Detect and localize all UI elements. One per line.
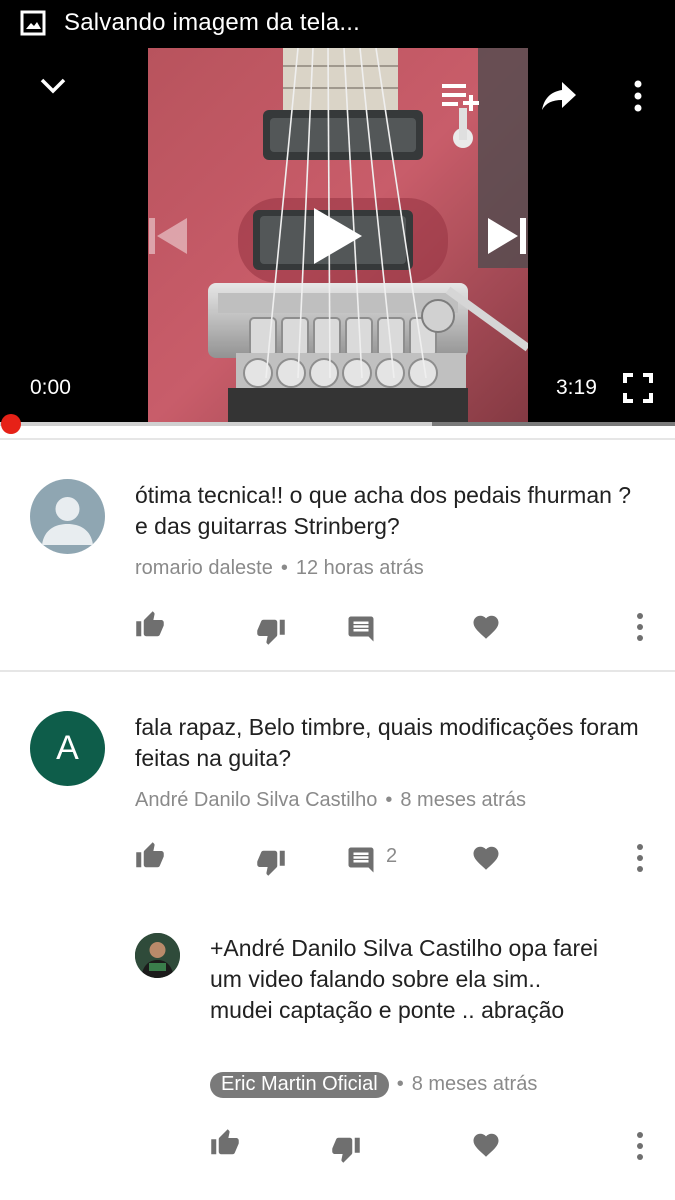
comment-time: 8 meses atrás [400,789,526,811]
avatar-photo[interactable] [135,933,180,978]
reply-text: +André Danilo Silva Castilho opa farei u… [210,935,599,1023]
more-vert-icon[interactable] [630,843,650,873]
dislike-icon[interactable] [331,1134,361,1164]
video-player[interactable]: 0:00 3:19 [0,48,675,426]
more-vert-icon[interactable] [628,80,648,114]
like-icon[interactable] [135,610,165,640]
comment-text: ótima tecnica!! o que acha dos pedais fh… [135,482,632,539]
play-icon[interactable] [312,206,364,266]
progress-buffered [0,422,432,426]
avatar-letter[interactable]: A [30,711,105,786]
image-icon [20,10,46,36]
reply-icon[interactable] [346,845,376,875]
comment-author[interactable]: romario daleste [135,557,273,579]
like-icon[interactable] [210,1128,240,1158]
progress-scrubber[interactable] [1,414,21,434]
separator: • [396,1073,404,1095]
separator: • [385,789,393,811]
duration: 3:19 [556,376,597,399]
comment-time: 12 horas atrás [295,557,424,579]
current-time: 0:00 [30,376,71,399]
add-to-playlist-icon[interactable] [442,82,482,112]
more-vert-icon[interactable] [630,1131,650,1161]
share-icon[interactable] [540,80,578,112]
comment-meta: romario daleste • 12 horas atrás [135,557,424,580]
dislike-icon[interactable] [256,847,286,877]
next-icon[interactable] [486,216,530,256]
reply-time: 8 meses atrás [411,1073,538,1095]
reply-icon[interactable] [346,614,376,644]
fullscreen-icon[interactable] [623,373,653,403]
creator-badge[interactable]: Eric Martin Oficial [210,1072,389,1098]
notification-title: Salvando imagem da tela... [64,9,361,36]
comment-text: fala rapaz, Belo timbre, quais modificaç… [135,714,639,771]
previous-icon[interactable] [147,216,191,256]
avatar-letter-text: A [56,729,79,767]
avatar-default[interactable] [30,479,105,554]
divider [0,670,675,672]
status-bar: Salvando imagem da tela... [0,0,675,48]
comment-meta: André Danilo Silva Castilho • 8 meses atrá… [135,789,526,812]
reply-meta: Eric Martin Oficial • 8 meses atrás [210,1072,537,1098]
dislike-icon[interactable] [256,616,286,646]
more-vert-icon[interactable] [630,612,650,642]
heart-icon[interactable] [471,612,501,642]
separator: • [280,557,288,579]
reply-count[interactable]: 2 [386,845,397,868]
heart-icon[interactable] [471,843,501,873]
comment-author[interactable]: André Danilo Silva Castilho [135,789,377,811]
like-icon[interactable] [135,841,165,871]
chevron-down-icon[interactable] [38,74,68,98]
heart-icon[interactable] [471,1130,501,1160]
divider [0,438,675,440]
